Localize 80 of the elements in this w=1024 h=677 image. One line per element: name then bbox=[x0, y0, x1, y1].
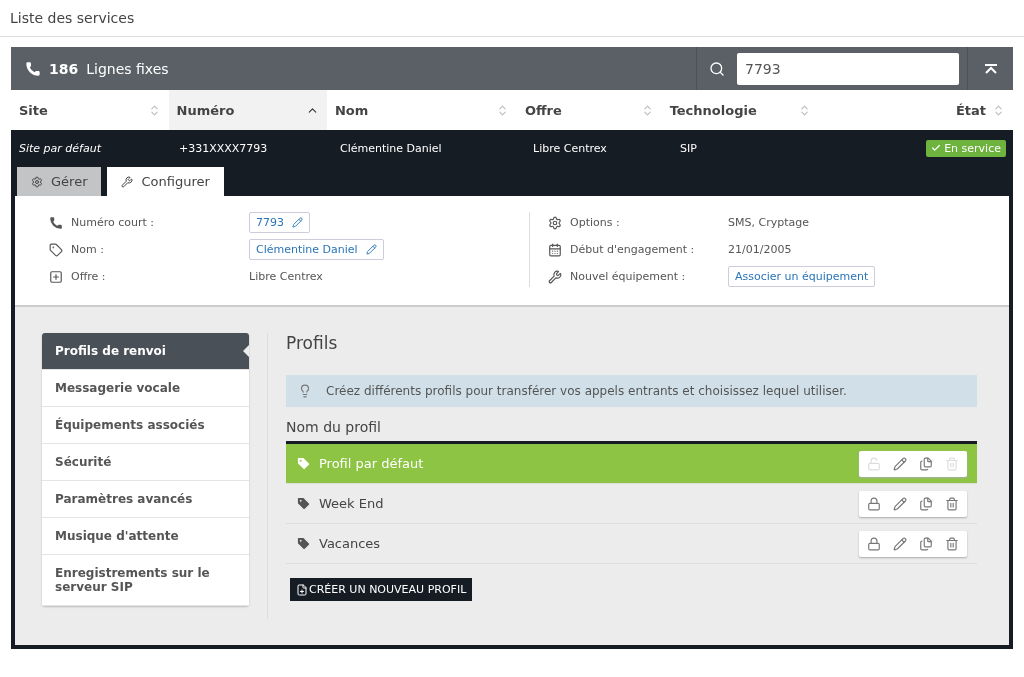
plus-square-icon bbox=[49, 269, 63, 284]
tag-icon bbox=[296, 456, 311, 471]
pencil-icon bbox=[893, 456, 907, 471]
edit-button[interactable] bbox=[893, 536, 907, 551]
pencil-icon bbox=[365, 244, 377, 255]
detail-value: SMS, Cryptage bbox=[728, 216, 809, 229]
edit-button[interactable] bbox=[893, 496, 907, 511]
tab[interactable]: Gérer bbox=[17, 167, 102, 196]
detail-label: Début d'engagement : bbox=[570, 243, 695, 256]
copy-icon bbox=[919, 456, 933, 471]
profile-name: Vacances bbox=[319, 536, 382, 551]
pencil-icon bbox=[893, 496, 907, 511]
pencil-icon bbox=[893, 536, 907, 551]
search-icon bbox=[709, 60, 725, 77]
edit-button[interactable] bbox=[893, 456, 907, 471]
tag-icon bbox=[296, 536, 311, 551]
table-cell-text: +331XXXX7793 bbox=[178, 141, 269, 155]
lock-button[interactable] bbox=[867, 536, 881, 551]
table-cell-text: Libre Centrex bbox=[532, 141, 608, 155]
sort-icon bbox=[992, 103, 1005, 117]
unlock-icon bbox=[867, 456, 881, 471]
profile-name: Profil par défaut bbox=[319, 456, 425, 471]
check-icon bbox=[931, 143, 942, 153]
lock-button[interactable] bbox=[867, 496, 881, 511]
profile-name: Week End bbox=[319, 496, 385, 511]
detail-value: Libre Centrex bbox=[249, 270, 323, 283]
sidebar-item[interactable]: Paramètres avancés bbox=[42, 481, 249, 518]
collapse-icon bbox=[983, 63, 998, 74]
page-title: Liste des services bbox=[10, 10, 135, 26]
editable-value[interactable]: Clémentine Daniel bbox=[249, 239, 384, 260]
trash-icon bbox=[945, 536, 959, 551]
trash-icon bbox=[945, 496, 959, 511]
detail-label: Numéro court : bbox=[71, 216, 154, 229]
delete-button[interactable] bbox=[945, 496, 959, 511]
status-badge: En service bbox=[926, 139, 1006, 157]
gear-icon bbox=[31, 175, 43, 188]
wrench-icon bbox=[121, 175, 134, 188]
copy-icon bbox=[919, 496, 933, 511]
info-text: Créez différents profils pour transférer vos appels entrants et choisissez lequel utiliser. bbox=[326, 384, 847, 398]
sidebar-item[interactable]: Sécurité bbox=[42, 444, 249, 481]
phone-icon bbox=[25, 60, 41, 77]
detail-label: Nouvel équipement : bbox=[570, 270, 686, 283]
calendar-icon bbox=[548, 242, 562, 257]
lightbulb-icon bbox=[298, 384, 312, 398]
gear-icon bbox=[548, 215, 562, 230]
copy-icon bbox=[919, 536, 933, 551]
copy-button[interactable] bbox=[919, 456, 933, 471]
panel-title: Lignes fixes bbox=[86, 60, 169, 77]
wrench-icon bbox=[548, 269, 562, 284]
lock-icon bbox=[867, 496, 881, 511]
copy-button[interactable] bbox=[919, 496, 933, 511]
tag-icon bbox=[49, 242, 63, 257]
table-cell-text: SIP bbox=[679, 141, 698, 155]
pencil-icon bbox=[292, 217, 303, 228]
sidebar-item[interactable]: Équipements associés bbox=[42, 407, 249, 444]
search-field[interactable]: 7793 bbox=[737, 52, 959, 85]
sidebar-item[interactable]: Enregistrements sur le serveur SIP bbox=[42, 555, 249, 606]
delete-button[interactable] bbox=[945, 536, 959, 551]
detail-label: Offre : bbox=[71, 270, 106, 283]
detail-value: 21/01/2005 bbox=[728, 243, 792, 256]
editable-value[interactable]: 7793 bbox=[249, 212, 310, 233]
tag-icon bbox=[296, 496, 311, 511]
detail-label: Nom : bbox=[71, 243, 104, 256]
lock-icon bbox=[867, 536, 881, 551]
table-cell-text: Clémentine Daniel bbox=[339, 141, 443, 155]
trash-icon bbox=[945, 456, 959, 471]
section-title: Profils bbox=[286, 333, 339, 353]
sidebar-item[interactable]: Profils de renvoi bbox=[42, 333, 249, 370]
sidebar-item[interactable]: Messagerie vocale bbox=[42, 370, 249, 407]
line-count: 186 bbox=[49, 60, 79, 77]
sidebar-item[interactable]: Musique d'attente bbox=[42, 518, 249, 555]
phone-icon bbox=[49, 215, 63, 230]
detail-label: Options : bbox=[570, 216, 620, 229]
file-plus-icon bbox=[296, 583, 308, 596]
table-cell-text: Site par défaut bbox=[18, 141, 103, 155]
copy-button[interactable] bbox=[919, 536, 933, 551]
associate-button[interactable]: Associer un équipement bbox=[728, 266, 876, 287]
column-header[interactable]: Numéro bbox=[168, 90, 327, 130]
create-profile-button[interactable]: CRÉER UN NOUVEAU PROFIL bbox=[290, 578, 473, 601]
tab[interactable]: Configurer bbox=[107, 167, 224, 196]
